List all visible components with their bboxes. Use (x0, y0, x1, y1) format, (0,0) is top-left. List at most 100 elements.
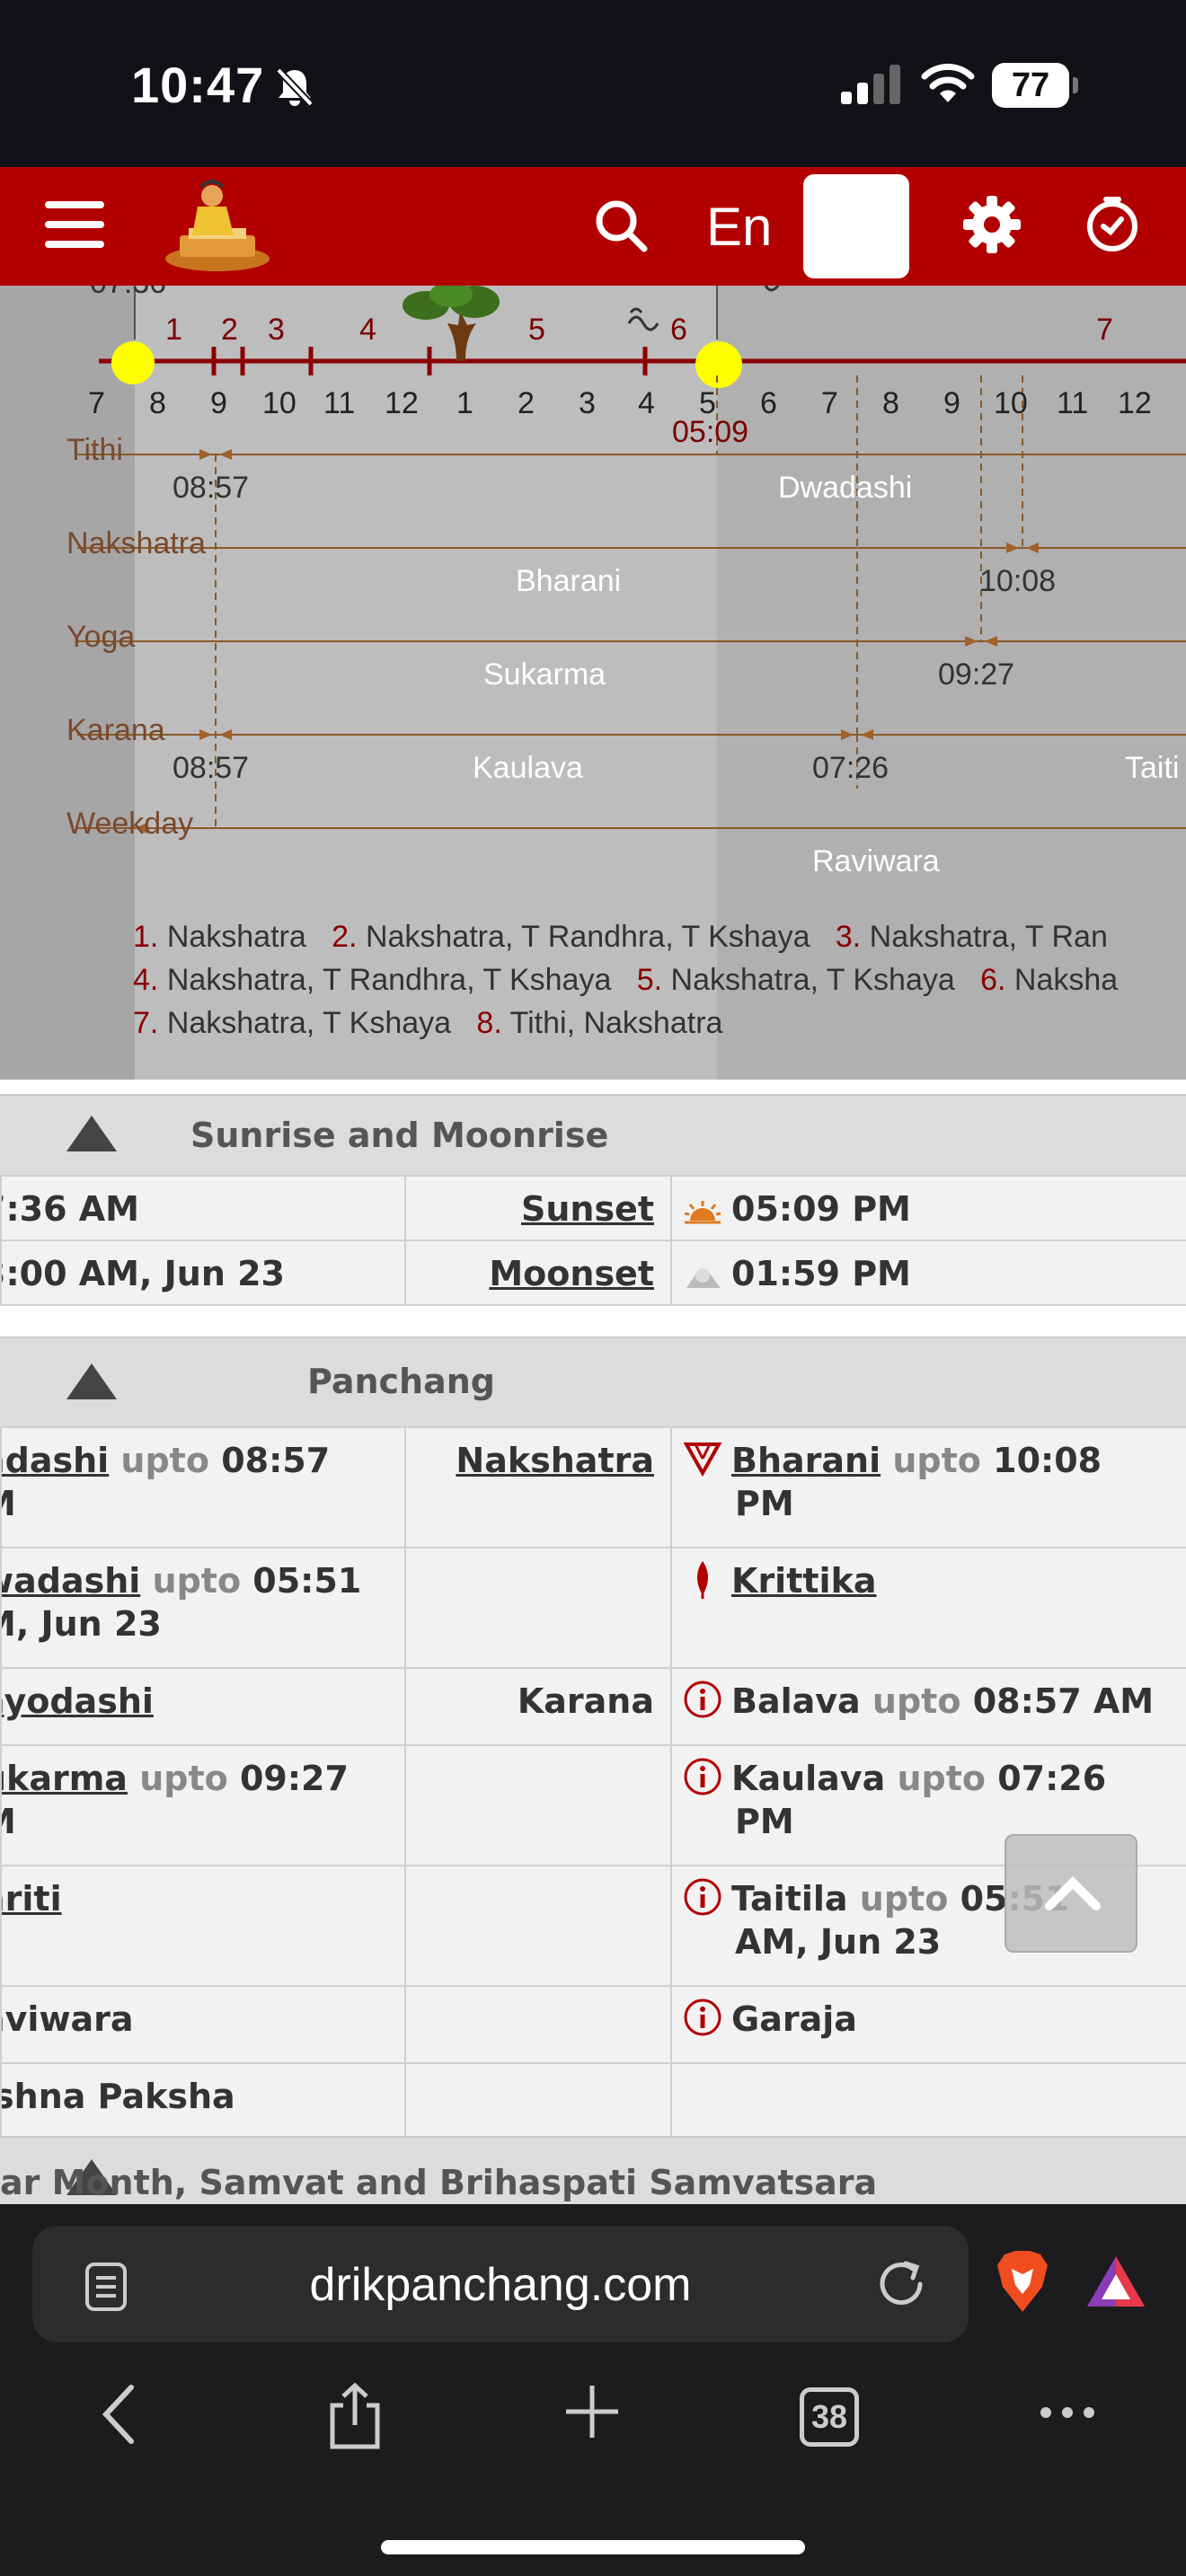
info-icon[interactable] (683, 1998, 722, 2037)
karana-value: Kaulava (473, 751, 583, 785)
info-icon[interactable] (683, 1757, 722, 1796)
url-text[interactable]: drikpanchang.com (32, 2258, 969, 2312)
info-icon[interactable] (683, 1680, 722, 1719)
table-row: 7:36 AM Sunset 05:09 PM (0, 1175, 1186, 1241)
weekday-value: aviwara (3, 1999, 134, 2039)
panchang-header[interactable]: Panchang (0, 1337, 1186, 1430)
bharani-link[interactable]: Bharani (731, 1441, 881, 1480)
weekday-value: Raviwara (812, 844, 940, 878)
legend-line-3: 7. Nakshatra, T Kshaya 8. Tithi, Nakshat… (133, 1006, 723, 1040)
yoga-link[interactable]: ukarma (3, 1759, 128, 1798)
section-title: ar Month, Samvat and Brihaspati Samvatsa… (0, 2163, 878, 2202)
browser-toolbar: drikpanchang.com 38 (0, 2204, 1186, 2576)
table-row: wadashi upto 05:51M, Jun 23 Krittika (0, 1547, 1186, 1669)
back-icon[interactable] (99, 2382, 138, 2447)
segment-label: 6 (670, 313, 687, 347)
sunset-icon (684, 1200, 721, 1223)
karana-name: Taitila (731, 1879, 848, 1919)
collapse-triangle-icon[interactable] (66, 1363, 117, 1399)
nakshatra-label: Nakshatra (66, 526, 206, 560)
karana-value-2: Taiti (1125, 751, 1180, 785)
brave-shield-icon[interactable] (994, 2249, 1051, 2314)
wifi-icon (921, 63, 975, 102)
hour-label: 10 (994, 386, 1028, 420)
sunrise-time-label: 07:36 (90, 286, 166, 301)
tithi-link[interactable]: adashi (3, 1441, 109, 1480)
krittika-link[interactable]: Krittika (731, 1561, 876, 1601)
hour-label: 8 (882, 386, 899, 420)
hour-label: 9 (943, 386, 960, 420)
reload-icon[interactable] (873, 2256, 929, 2312)
battery-icon: 77 (992, 63, 1069, 108)
moonset-link[interactable]: Moonset (489, 1254, 654, 1293)
karana-end-time: 08:57 (173, 751, 250, 785)
hour-label: 6 (760, 386, 777, 420)
segment-label: 5 (528, 313, 545, 347)
table-row: 3:00 AM, Jun 23 Moonset 01:59 PM (0, 1239, 1186, 1306)
status-bar: 10:47 77 (0, 0, 1186, 167)
tithi-link-3[interactable]: ayodashi (3, 1681, 154, 1721)
drikpanchang-logo[interactable] (162, 180, 273, 273)
sunset-time: 05:09 PM (731, 1189, 911, 1229)
clock-icon[interactable] (1084, 196, 1141, 253)
segment-label: 7 (1096, 313, 1113, 347)
panchang-timeline: 07:36 1 2 3 4 5 6 7 7 8 9 10 11 12 1 2 3… (0, 286, 1186, 1080)
hamburger-menu-icon[interactable] (45, 201, 104, 251)
karana-label: Karana (66, 713, 165, 747)
hour-label: 12 (385, 386, 419, 420)
segment-label: 3 (268, 313, 285, 347)
tithi-value: Dwadashi (778, 471, 913, 505)
segment-label: 1 (165, 313, 182, 347)
legend-line-2: 4. Nakshatra, T Randhra, T Kshaya 5. Nak… (133, 963, 1119, 997)
table-row: ishna Paksha (0, 2062, 1186, 2141)
panchang-content: Sunrise and Moonrise 7:36 AM Sunset 05:0… (0, 1080, 1186, 2204)
tithi-link-2[interactable]: wadashi (3, 1561, 140, 1601)
yoga-label: Yoga (66, 620, 136, 654)
nakshatra-value: Bharani (516, 564, 622, 598)
url-bar[interactable]: drikpanchang.com (32, 2226, 969, 2342)
battery-tip (1073, 77, 1078, 93)
share-icon[interactable] (327, 2382, 383, 2450)
hour-label: 11 (323, 386, 356, 420)
tab-count: 38 (810, 2398, 848, 2435)
hour-label: 1 (456, 386, 474, 420)
collapse-triangle-icon[interactable] (66, 1116, 117, 1151)
hour-label: 9 (210, 386, 227, 420)
hour-label: 4 (638, 386, 655, 420)
rewards-triangle-icon[interactable] (1085, 2254, 1146, 2308)
tithi-end-time: 08:57 (173, 471, 250, 505)
karana-name: Garaja (731, 1999, 857, 2039)
panchang-table: adashi upto 08:57M Nakshatra Bharani upt… (0, 1426, 1186, 2141)
status-time: 10:47 (131, 57, 265, 113)
language-selector[interactable]: En (706, 196, 772, 258)
sunrise-moonrise-header[interactable]: Sunrise and Moonrise (0, 1094, 1186, 1177)
yoga-value: Sukarma (483, 657, 606, 692)
hour-label: 11 (1057, 386, 1089, 420)
nakshatra-end-time: 10:08 (979, 564, 1057, 598)
tabs-button[interactable]: 38 (800, 2387, 859, 2447)
more-options-icon[interactable] (1039, 2405, 1096, 2420)
moonset-icon (686, 1267, 721, 1288)
blank-button[interactable] (803, 174, 909, 278)
nakshatra-link[interactable]: Nakshatra (456, 1441, 654, 1480)
sunset-link[interactable]: Sunset (521, 1189, 654, 1229)
info-icon[interactable] (683, 1877, 722, 1917)
karana-end-time-2: 07:26 (812, 751, 890, 785)
sunrise-time: 7:36 AM (0, 1175, 406, 1241)
app-header: En (0, 167, 1186, 286)
lunar-month-header[interactable]: ar Month, Samvat and Brihaspati Samvatsa… (0, 2136, 1186, 2204)
karana-name: Balava (731, 1681, 861, 1721)
krittika-icon (697, 1561, 708, 1599)
home-indicator (381, 2540, 805, 2554)
bharani-icon (683, 1442, 722, 1477)
gear-icon[interactable] (961, 194, 1022, 255)
hour-label: 3 (579, 386, 596, 420)
hour-label: 12 (1118, 386, 1152, 420)
yoga-link-2[interactable]: ariti (3, 1879, 62, 1919)
search-icon[interactable] (593, 198, 649, 253)
sunset-time-label: 05:09 (672, 415, 749, 449)
table-row: aviwara Garaja (0, 1985, 1186, 2064)
scroll-to-top-button[interactable] (1005, 1834, 1137, 1953)
chevron-up-icon (1045, 1875, 1101, 1910)
new-tab-icon[interactable] (562, 2382, 622, 2441)
